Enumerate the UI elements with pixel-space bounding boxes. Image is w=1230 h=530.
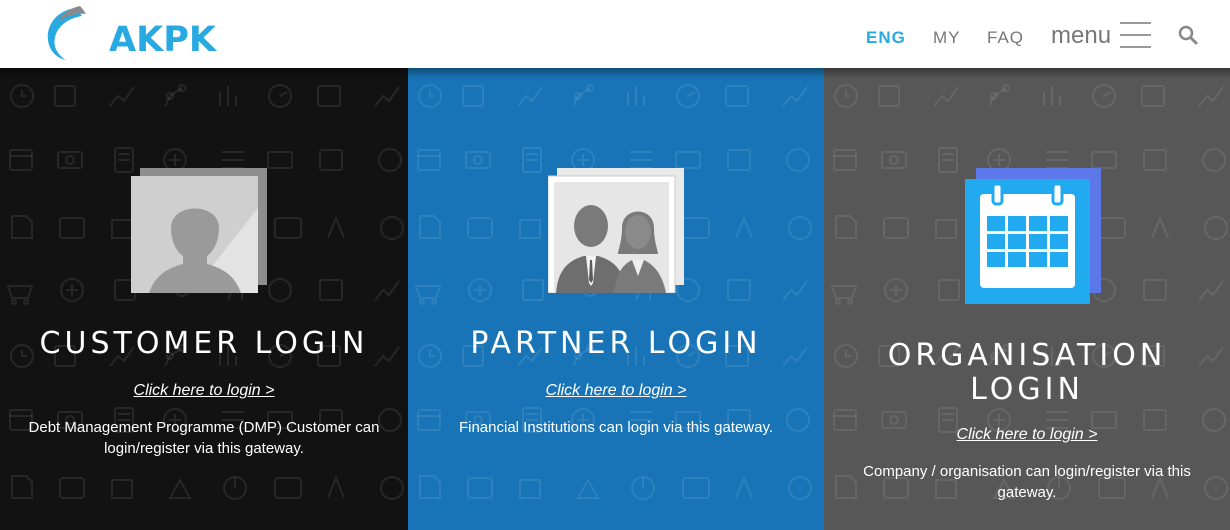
hamburger-menu-icon[interactable] bbox=[1120, 22, 1152, 48]
lang-my-link[interactable]: MY bbox=[933, 28, 961, 48]
organisation-login-description: Company / organisation can login/registe… bbox=[863, 463, 1191, 501]
logo-text: AKPK bbox=[109, 20, 216, 60]
akpk-logo[interactable]: AKPK bbox=[44, 2, 216, 64]
customer-login-description: Debt Management Programme (DMP) Customer… bbox=[28, 419, 380, 457]
faq-link[interactable]: FAQ bbox=[987, 28, 1024, 48]
partner-login-panel[interactable]: PARTNER LOGIN Click here to login > Fina… bbox=[408, 68, 824, 530]
organisation-login-title: ORGANISATION LOGIN bbox=[824, 339, 1230, 407]
organisation-login-link[interactable]: Click here to login > bbox=[824, 426, 1230, 444]
customer-login-panel[interactable]: CUSTOMER LOGIN Click here to login > Deb… bbox=[0, 68, 408, 530]
search-icon[interactable] bbox=[1178, 25, 1198, 45]
partner-login-title: PARTNER LOGIN bbox=[470, 326, 762, 361]
menu-label[interactable]: menu bbox=[1051, 22, 1111, 50]
site-header: AKPK ENG MY FAQ menu bbox=[0, 0, 1230, 68]
customer-login-title: CUSTOMER LOGIN bbox=[39, 326, 369, 361]
customer-login-link[interactable]: Click here to login > bbox=[0, 382, 408, 400]
lang-eng-link[interactable]: ENG bbox=[866, 28, 906, 48]
organisation-title-line1: ORGANISATION bbox=[887, 338, 1167, 373]
partner-login-link[interactable]: Click here to login > bbox=[408, 382, 824, 400]
background-pattern bbox=[0, 68, 408, 530]
organisation-title-line2: LOGIN bbox=[970, 372, 1084, 407]
business-people-icon bbox=[547, 168, 684, 294]
partner-login-description: Financial Institutions can login via thi… bbox=[458, 419, 774, 436]
person-silhouette-icon bbox=[131, 168, 267, 293]
background-pattern bbox=[408, 68, 824, 530]
calendar-icon bbox=[965, 168, 1101, 304]
organisation-login-panel[interactable]: ORGANISATION LOGIN Click here to login >… bbox=[824, 68, 1230, 530]
